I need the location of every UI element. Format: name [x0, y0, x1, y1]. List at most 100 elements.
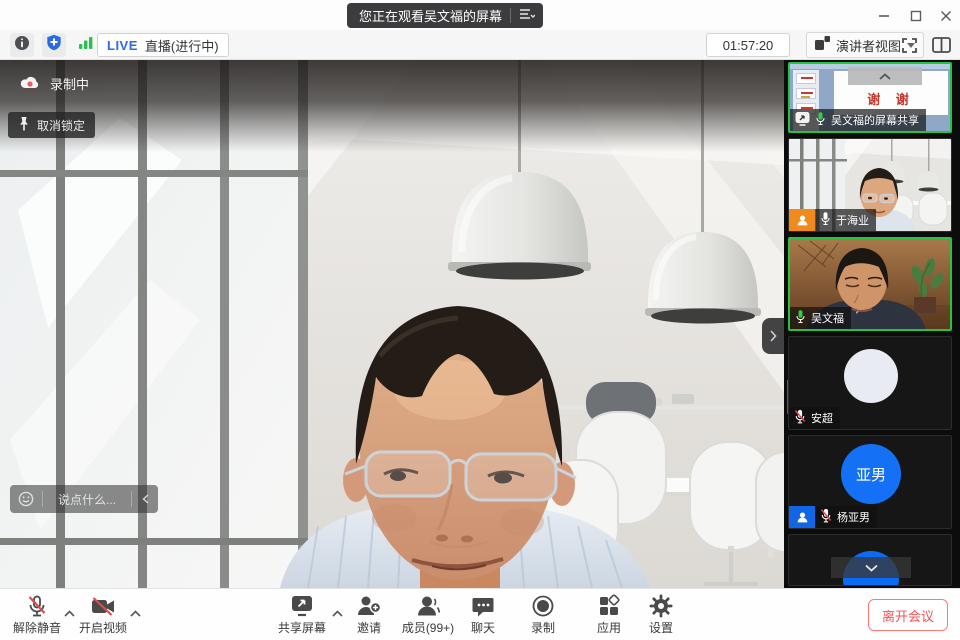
tile-screen-share[interactable]: 谢 谢 — [788, 62, 952, 133]
tile-label: 吴文福 — [790, 307, 851, 329]
split-view-icon — [932, 37, 951, 53]
close-button[interactable] — [932, 6, 960, 26]
participant-name: 吴文福 — [811, 310, 844, 326]
meeting-info-button[interactable] — [10, 33, 34, 57]
recording-indicator: 录制中 — [20, 74, 89, 93]
invite-person-icon — [356, 594, 382, 618]
participant-name: 杨亚男 — [837, 509, 870, 525]
chat-input[interactable]: 说点什么... — [43, 491, 131, 508]
share-badge-icon — [795, 111, 810, 129]
bottom-toolbar: 解除静音 开启视频 共享屏幕 — [0, 588, 960, 640]
speaker-view-icon — [815, 36, 830, 55]
watching-banner: 您正在观看吴文福的屏幕 — [347, 3, 543, 28]
mic-muted-icon — [794, 409, 806, 427]
ppt-mini-slide — [796, 73, 816, 84]
security-button[interactable] — [42, 33, 66, 57]
unpin-button[interactable]: 取消锁定 — [8, 112, 95, 138]
chat-collapse-button[interactable] — [132, 494, 158, 504]
chevron-up-icon — [879, 73, 891, 80]
scroll-up-button[interactable] — [848, 67, 922, 85]
share-screen-icon — [289, 594, 315, 618]
tile-participant-audio[interactable]: 亚男 — [788, 435, 952, 529]
quick-chat-bar: 说点什么... — [10, 485, 158, 513]
apps-button[interactable]: 应用 — [586, 594, 632, 636]
mic-muted-icon — [820, 508, 832, 526]
live-status[interactable]: LIVE 直播(进行中) — [97, 33, 229, 57]
share-screen-label: 共享屏幕 — [278, 619, 326, 636]
participant-name: 于海业 — [836, 212, 869, 228]
titlebar: 您正在观看吴文福的屏幕 — [0, 0, 960, 30]
participant-name: 安超 — [811, 410, 833, 426]
top-toolbar: LIVE 直播(进行中) 01:57:20 演讲者视图 — [0, 30, 960, 60]
mic-icon — [820, 211, 831, 229]
minimize-button[interactable] — [870, 6, 898, 26]
tile-active-speaker[interactable]: 吴文福 — [788, 237, 952, 331]
invite-label: 邀请 — [357, 619, 381, 636]
chevron-up-icon — [332, 610, 343, 617]
chevron-down-icon — [865, 564, 878, 572]
participant-name: 吴文福的屏幕共享 — [831, 112, 919, 128]
meeting-timer: 01:57:20 — [706, 33, 790, 57]
record-label: 录制 — [531, 619, 555, 636]
chat-label: 聊天 — [471, 619, 495, 636]
members-icon — [416, 594, 440, 618]
tile-label: 于海业 — [789, 209, 876, 231]
share-screen-button[interactable]: 共享屏幕 — [272, 594, 332, 636]
view-mode-label: 演讲者视图 — [836, 36, 901, 55]
info-icon — [14, 35, 30, 56]
start-video-label: 开启视频 — [79, 619, 127, 636]
tile-participant-audio[interactable]: 安超 — [788, 336, 952, 430]
start-video-button[interactable]: 开启视频 — [74, 594, 132, 636]
signal-bars-icon — [78, 36, 94, 55]
chat-button[interactable]: 聊天 — [460, 594, 506, 636]
camera-muted-icon — [90, 594, 116, 618]
invite-button[interactable]: 邀请 — [346, 594, 392, 636]
mic-muted-icon — [25, 594, 49, 618]
network-quality-button[interactable] — [74, 33, 98, 57]
apps-label: 应用 — [597, 619, 621, 636]
video-top-gradient — [0, 60, 784, 152]
leave-meeting-button[interactable]: 离开会议 — [868, 599, 948, 631]
watching-title: 您正在观看吴文福的屏幕 — [359, 6, 502, 25]
participants-sidebar: 谢 谢 — [784, 60, 960, 588]
emoji-button[interactable] — [10, 491, 42, 507]
scroll-down-button[interactable] — [831, 557, 911, 578]
tile-participant-video[interactable]: 于海业 — [788, 138, 952, 232]
chevron-up-icon — [64, 610, 75, 617]
apps-grid-icon — [597, 594, 621, 618]
screen-list-icon[interactable] — [519, 7, 535, 24]
gear-icon — [649, 594, 673, 618]
recording-label: 录制中 — [50, 74, 89, 93]
record-icon — [531, 594, 555, 618]
maximize-button[interactable] — [902, 6, 930, 26]
record-button[interactable]: 录制 — [520, 594, 566, 636]
live-status-text: 直播(进行中) — [145, 36, 219, 55]
members-button[interactable]: 成员(99+) — [396, 594, 460, 636]
chevron-up-icon — [130, 610, 141, 617]
ppt-mini-slide — [796, 88, 816, 99]
member-badge-icon — [789, 506, 815, 528]
sidebar-collapse-handle[interactable] — [762, 318, 784, 354]
smiley-icon — [18, 491, 34, 507]
tile-label: 安超 — [789, 407, 840, 429]
tile-participant-partial[interactable] — [788, 534, 952, 586]
content-area: 录制中 取消锁定 — [0, 60, 960, 588]
side-panel-toggle-button[interactable] — [928, 33, 954, 57]
meeting-window: 您正在观看吴文福的屏幕 — [0, 0, 960, 640]
live-badge: LIVE — [107, 38, 138, 53]
pin-icon — [18, 116, 30, 135]
avatar: 亚男 — [841, 444, 901, 504]
mic-active-icon — [815, 111, 826, 129]
mic-active-icon — [795, 309, 806, 327]
tile-label: 杨亚男 — [789, 506, 877, 528]
settings-label: 设置 — [649, 619, 673, 636]
chevron-left-icon — [142, 494, 149, 504]
share-options-button[interactable] — [330, 607, 344, 619]
settings-button[interactable]: 设置 — [638, 594, 684, 636]
fullscreen-icon — [901, 37, 918, 54]
fullscreen-button[interactable] — [896, 33, 922, 57]
unpin-label: 取消锁定 — [37, 117, 85, 134]
unmute-button[interactable]: 解除静音 — [8, 594, 66, 636]
camera-options-button[interactable] — [128, 607, 142, 619]
main-speaker-video: 录制中 取消锁定 — [0, 60, 784, 588]
